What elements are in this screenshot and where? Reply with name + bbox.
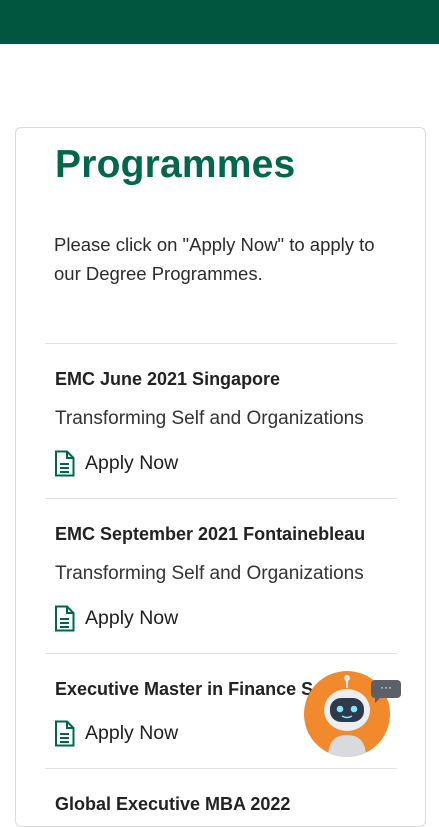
apply-now-label: Apply Now	[85, 451, 179, 474]
chat-bubble-icon[interactable]: ···	[371, 680, 401, 703]
programme-title: EMC June 2021 Singapore	[55, 369, 281, 389]
divider	[45, 768, 397, 769]
apply-now-link[interactable]: Apply Now	[54, 719, 178, 747]
programme-subtitle: Transforming Self and Organizations	[55, 563, 364, 584]
divider	[45, 498, 397, 499]
apply-now-label: Apply Now	[85, 606, 179, 629]
programme-subtitle: Transforming Self and Organizations	[55, 408, 364, 429]
programme-title: Executive Master in Finance S	[55, 679, 314, 699]
programme-title: EMC September 2021 Fontainebleau	[55, 524, 366, 544]
document-icon	[55, 605, 75, 631]
document-icon	[55, 450, 75, 476]
apply-now-label: Apply Now	[85, 721, 179, 744]
programme-title: Global Executive MBA 2022	[55, 794, 291, 814]
divider	[45, 653, 397, 654]
divider	[45, 343, 397, 344]
intro-text: Please click on "Apply Now" to apply to …	[54, 234, 375, 284]
document-icon	[55, 720, 75, 746]
apply-now-link[interactable]: Apply Now	[54, 449, 178, 477]
page-title: Programmes	[55, 143, 296, 186]
apply-now-link[interactable]: Apply Now	[54, 604, 178, 632]
top-header-bar	[0, 0, 439, 44]
